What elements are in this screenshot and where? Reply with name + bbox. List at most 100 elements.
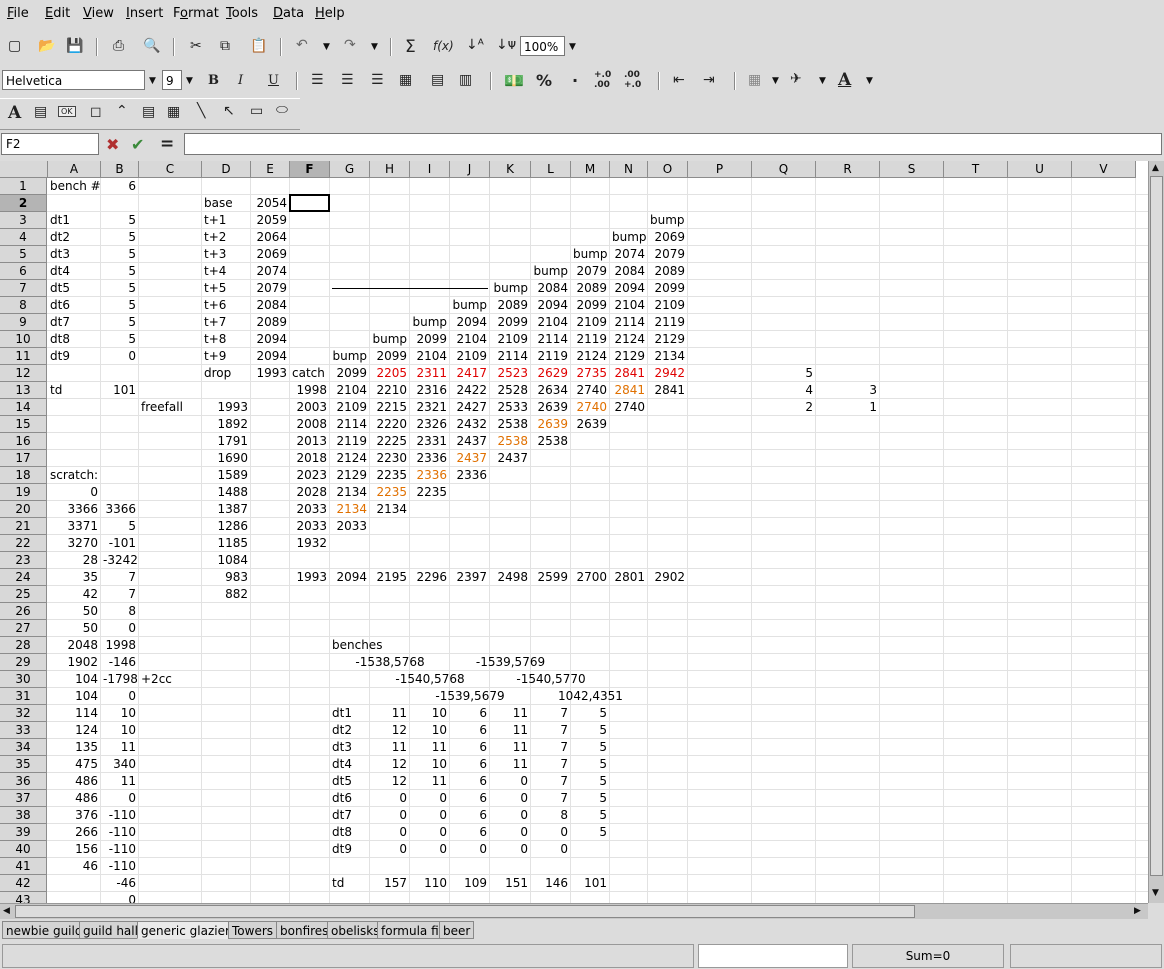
column-header[interactable]: M — [571, 161, 610, 178]
cell-H16[interactable]: 2225 — [370, 433, 409, 449]
cell-A26[interactable]: 50 — [48, 603, 100, 619]
cell-B38[interactable]: -110 — [101, 807, 138, 823]
sheet-tab-beer[interactable]: beer — [439, 921, 475, 939]
column-header[interactable]: H — [370, 161, 410, 178]
row-header[interactable]: 9 — [0, 314, 47, 331]
cell-M35[interactable]: 5 — [571, 756, 609, 772]
line-tool-icon[interactable]: ╲ — [197, 103, 205, 119]
cell-M15[interactable]: 2639 — [571, 416, 609, 432]
row-header[interactable]: 11 — [0, 348, 47, 365]
print-icon[interactable]: ⎙ — [113, 38, 124, 54]
cell-K33[interactable]: 11 — [490, 722, 530, 738]
formula-input[interactable] — [184, 133, 1162, 155]
cell-B22[interactable]: -101 — [101, 535, 138, 551]
align-right-icon[interactable]: ☰ — [371, 72, 384, 88]
cell-J32[interactable]: 6 — [450, 705, 489, 721]
cell-A10[interactable]: dt8 — [48, 331, 72, 347]
cell-A4[interactable]: dt2 — [48, 229, 72, 245]
currency-icon[interactable]: 💵 — [504, 71, 524, 90]
row-header[interactable]: 22 — [0, 535, 47, 552]
cell-I11[interactable]: 2104 — [410, 348, 449, 364]
add-decimal-button[interactable]: +.0 .00 — [594, 70, 620, 90]
column-header[interactable]: Q — [752, 161, 816, 178]
column-header[interactable]: C — [139, 161, 202, 178]
underline-button[interactable]: U — [268, 73, 279, 88]
row-header[interactable]: 23 — [0, 552, 47, 569]
cell-O13[interactable]: 2841 — [648, 382, 687, 398]
column-header[interactable]: J — [450, 161, 490, 178]
cell-H34[interactable]: 11 — [370, 739, 409, 755]
cell-F15[interactable]: 2008 — [290, 416, 329, 432]
scroll-right-icon[interactable]: ▶ — [1134, 906, 1141, 916]
row-header[interactable]: 26 — [0, 603, 47, 620]
cell-L35[interactable]: 7 — [531, 756, 570, 772]
cell-K9[interactable]: 2099 — [490, 314, 530, 330]
row-header[interactable]: 39 — [0, 824, 47, 841]
cell-J17[interactable]: 2437 — [450, 450, 489, 466]
cell-reference-box[interactable]: F2 — [1, 133, 99, 155]
cell-F14[interactable]: 2003 — [290, 399, 329, 415]
cell-C30[interactable]: +2cc — [139, 671, 174, 687]
cell-A23[interactable]: 28 — [48, 552, 100, 568]
cell-B34[interactable]: 11 — [101, 739, 138, 755]
cell-Q14[interactable]: 2 — [752, 399, 815, 415]
cell-B32[interactable]: 10 — [101, 705, 138, 721]
cell-L11[interactable]: 2119 — [531, 348, 570, 364]
accept-edit-icon[interactable]: ✔ — [131, 135, 144, 154]
cell-B28[interactable]: 1998 — [101, 637, 138, 653]
cell-G20[interactable]: 2134 — [330, 501, 369, 517]
row-header[interactable]: 33 — [0, 722, 47, 739]
font-color-dropdown-icon[interactable]: ▼ — [866, 76, 873, 86]
cell-B4[interactable]: 5 — [101, 229, 138, 245]
cell-B31[interactable]: 0 — [101, 688, 138, 704]
cell-J10[interactable]: 2104 — [450, 331, 489, 347]
cell-G11[interactable]: bump — [330, 348, 369, 364]
cell-J12[interactable]: 2417 — [450, 365, 489, 381]
cell-M42[interactable]: 101 — [571, 875, 609, 891]
cell-L30[interactable]: -1540,5770 — [491, 671, 611, 687]
row-header[interactable]: 15 — [0, 416, 47, 433]
cell-B20[interactable]: 3366 — [101, 501, 138, 517]
cell-K38[interactable]: 0 — [490, 807, 530, 823]
fill-color-dropdown-icon[interactable]: ▼ — [819, 76, 826, 86]
cell-B36[interactable]: 11 — [101, 773, 138, 789]
list-tool-icon[interactable]: ▤ — [142, 104, 155, 120]
cell-D14[interactable]: 1993 — [202, 399, 250, 415]
row-header[interactable]: 42 — [0, 875, 47, 892]
cell-G42[interactable]: td — [330, 875, 346, 891]
column-header[interactable]: S — [880, 161, 944, 178]
cell-L36[interactable]: 7 — [531, 773, 570, 789]
cell-H15[interactable]: 2220 — [370, 416, 409, 432]
spreadsheet-grid[interactable]: A B C D E F G H I J K L M N O P Q R S T U V 1 2 3 4 5 6 7 8 9 10 11 12 13 1… — [0, 161, 1148, 903]
cell-F17[interactable]: 2018 — [290, 450, 329, 466]
cell-I9[interactable]: bump — [410, 314, 449, 330]
cell-K39[interactable]: 0 — [490, 824, 530, 840]
cell-B35[interactable]: 340 — [101, 756, 138, 772]
cell-E4[interactable]: 2064 — [251, 229, 289, 245]
row-header[interactable]: 1 — [0, 178, 47, 195]
cell-G12[interactable]: 2099 — [330, 365, 369, 381]
label-tool-icon[interactable]: ▤ — [34, 104, 47, 120]
active-cell-cursor[interactable] — [289, 194, 330, 212]
cell-G13[interactable]: 2104 — [330, 382, 369, 398]
cell-B10[interactable]: 5 — [101, 331, 138, 347]
cell-A31[interactable]: 104 — [48, 688, 100, 704]
cell-L34[interactable]: 7 — [531, 739, 570, 755]
cell-M24[interactable]: 2700 — [571, 569, 609, 585]
cell-G39[interactable]: dt8 — [330, 824, 354, 840]
rectangle-tool-icon[interactable]: ▭ — [250, 103, 263, 119]
cell-H29[interactable]: -1538,5768 — [330, 654, 450, 670]
cell-N6[interactable]: 2084 — [610, 263, 647, 279]
vertical-scrollbar[interactable]: ▲ ▼ — [1148, 161, 1164, 903]
cell-K11[interactable]: 2114 — [490, 348, 530, 364]
cell-B43[interactable]: 0 — [101, 892, 138, 903]
cell-J15[interactable]: 2432 — [450, 416, 489, 432]
cell-H24[interactable]: 2195 — [370, 569, 409, 585]
cell-G16[interactable]: 2119 — [330, 433, 369, 449]
cell-B42[interactable]: -46 — [101, 875, 138, 891]
cell-N5[interactable]: 2074 — [610, 246, 647, 262]
row-header[interactable]: 30 — [0, 671, 47, 688]
row-header[interactable]: 14 — [0, 399, 47, 416]
sheet-tab-newbie-guild[interactable]: newbie guild — [2, 921, 87, 939]
cell-G24[interactable]: 2094 — [330, 569, 369, 585]
